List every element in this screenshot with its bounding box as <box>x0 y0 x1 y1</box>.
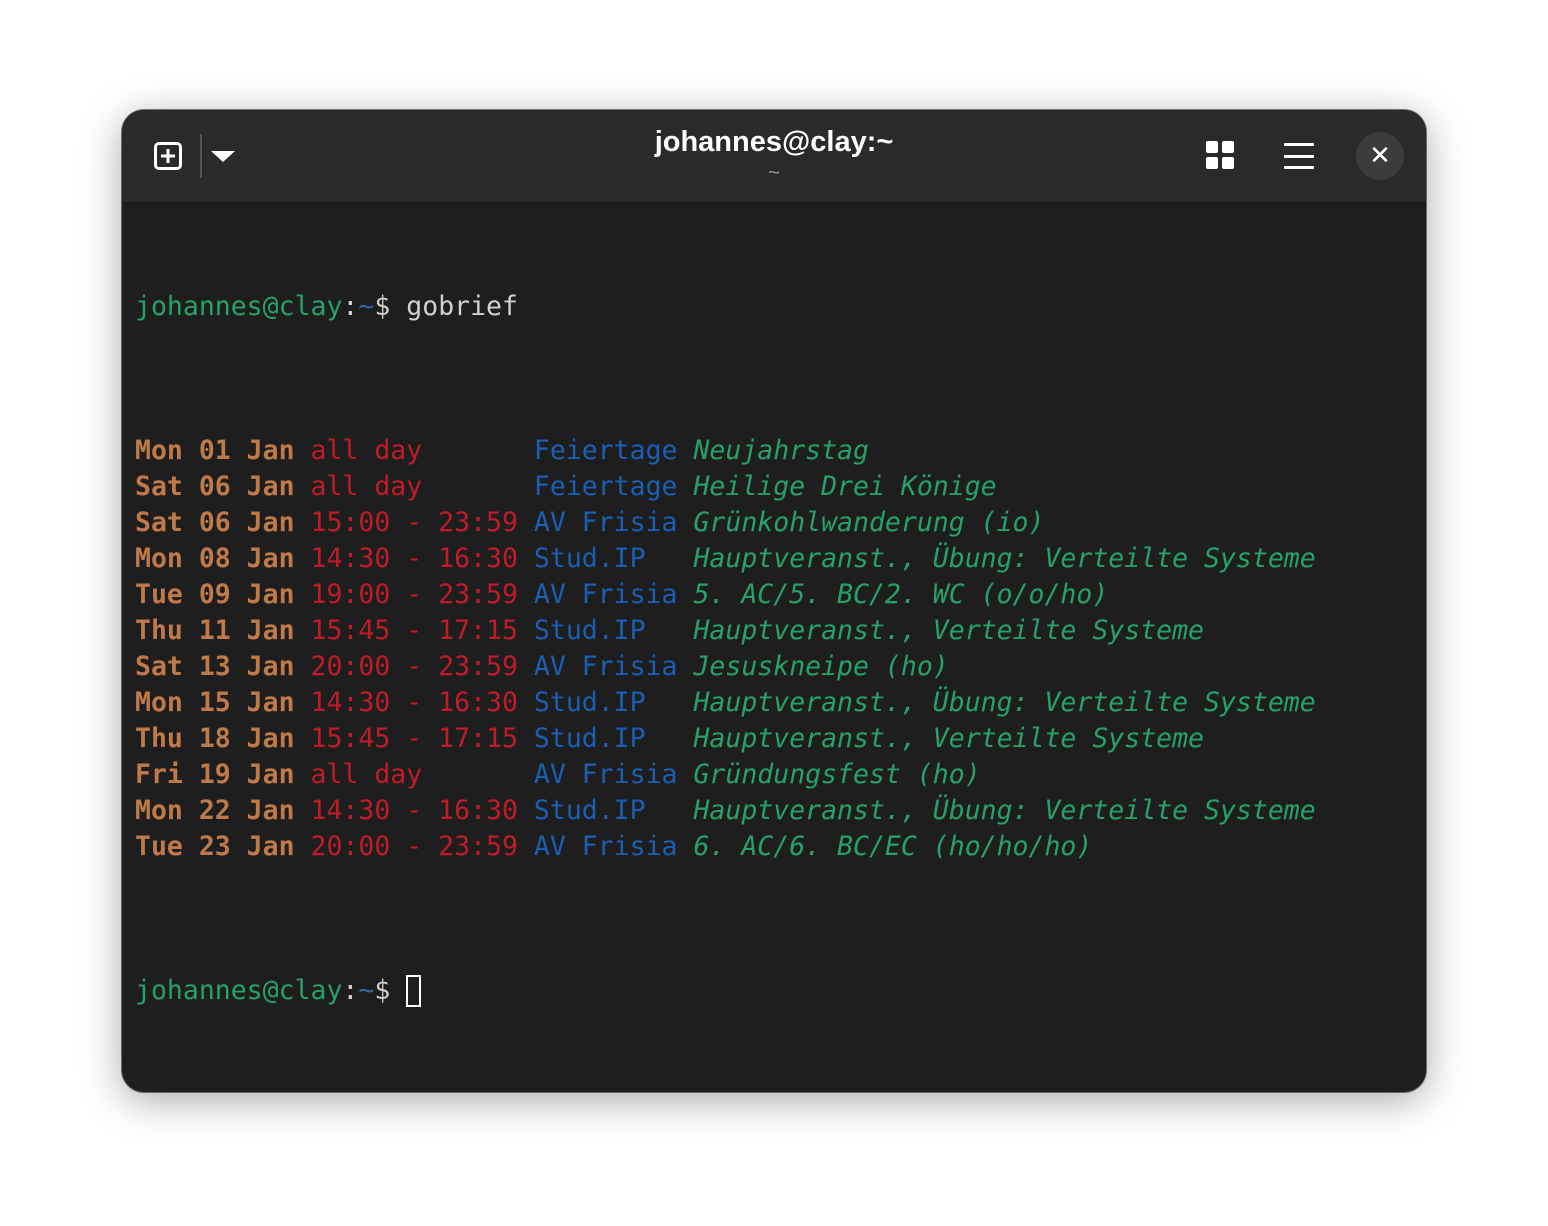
event-summary: Hauptveranst., Verteilte Systeme <box>693 615 1205 646</box>
event-time: all day <box>310 435 518 466</box>
event-time: all day <box>310 471 518 502</box>
hamburger-menu-icon <box>1284 166 1314 169</box>
tab-overview-button[interactable] <box>1206 141 1234 171</box>
event-calendar: AV Frisia <box>533 759 678 790</box>
event-calendar: Feiertage <box>533 471 678 502</box>
event-summary: Hauptveranst., Übung: Verteilte Systeme <box>693 795 1316 826</box>
event-summary: Hauptveranst., Verteilte Systeme <box>693 723 1205 754</box>
event-date: Thu 18 Jan <box>135 723 295 754</box>
event-date: Tue 09 Jan <box>135 579 295 610</box>
event-row: Thu 18 Jan 15:45 - 17:15 Stud.IP Hauptve… <box>135 721 1415 757</box>
event-summary: Hauptveranst., Übung: Verteilte Systeme <box>693 687 1316 718</box>
event-date: Thu 11 Jan <box>135 615 295 646</box>
event-calendar: AV Frisia <box>533 831 678 862</box>
event-calendar: Feiertage <box>533 435 678 466</box>
event-time: 20:00 - 23:59 <box>310 651 518 682</box>
event-date: Sat 13 Jan <box>135 651 295 682</box>
prompt-symbol: $ <box>374 291 407 322</box>
event-time: 15:45 - 17:15 <box>310 723 518 754</box>
close-icon: ✕ <box>1369 141 1391 171</box>
prompt-user-host: johannes@clay <box>135 291 343 322</box>
active-prompt-line[interactable]: johannes@clay:~$ <box>135 973 1415 1009</box>
event-date: Mon 01 Jan <box>135 435 295 466</box>
hamburger-menu-icon <box>1284 154 1314 158</box>
event-row: Fri 19 Jan all day AV Frisia Gründungsfe… <box>135 757 1415 793</box>
prompt-symbol: $ <box>374 975 407 1006</box>
event-time: 14:30 - 16:30 <box>310 543 518 574</box>
event-row: Mon 22 Jan 14:30 - 16:30 Stud.IP Hauptve… <box>135 793 1415 829</box>
event-date: Mon 15 Jan <box>135 687 295 718</box>
prompt-user-host: johannes@clay <box>135 975 343 1006</box>
event-row: Thu 11 Jan 15:45 - 17:15 Stud.IP Hauptve… <box>135 613 1415 649</box>
text-cursor <box>406 975 422 1007</box>
event-date: Tue 23 Jan <box>135 831 295 862</box>
close-button[interactable]: ✕ <box>1356 132 1404 180</box>
event-row: Tue 23 Jan 20:00 - 23:59 AV Frisia 6. AC… <box>135 829 1415 865</box>
event-time: 15:45 - 17:15 <box>310 615 518 646</box>
event-summary: Hauptveranst., Übung: Verteilte Systeme <box>693 543 1316 574</box>
event-date: Mon 22 Jan <box>135 795 295 826</box>
prompt-path: ~ <box>358 975 375 1006</box>
event-calendar: Stud.IP <box>533 723 678 754</box>
event-calendar: AV Frisia <box>533 507 678 538</box>
event-time: 14:30 - 16:30 <box>310 795 518 826</box>
event-row: Sat 06 Jan 15:00 - 23:59 AV Frisia Grünk… <box>135 505 1415 541</box>
event-summary: Gründungsfest (ho) <box>693 759 981 790</box>
hamburger-menu-icon <box>1284 143 1314 146</box>
command-text: gobrief <box>406 291 518 322</box>
event-row: Sat 06 Jan all day Feiertage Heilige Dre… <box>135 469 1415 505</box>
prompt-path: ~ <box>358 291 375 322</box>
event-summary: 5. AC/5. BC/2. WC (o/o/ho) <box>693 579 1109 610</box>
command-line: johannes@clay:~$ gobrief <box>135 289 1415 325</box>
event-row: Mon 15 Jan 14:30 - 16:30 Stud.IP Hauptve… <box>135 685 1415 721</box>
event-time: all day <box>310 759 518 790</box>
event-summary: Heilige Drei Könige <box>693 471 997 502</box>
event-calendar: Stud.IP <box>533 795 678 826</box>
terminal-window: johannes@clay:~ ~ ✕ johannes@clay:~$ gob… <box>122 110 1426 1092</box>
event-summary: 6. AC/6. BC/EC (ho/ho/ho) <box>693 831 1093 862</box>
event-date: Sat 06 Jan <box>135 507 295 538</box>
event-calendar: AV Frisia <box>533 579 678 610</box>
tab-overview-icon <box>1206 157 1218 169</box>
event-row: Sat 13 Jan 20:00 - 23:59 AV Frisia Jesus… <box>135 649 1415 685</box>
event-summary: Jesuskneipe (ho) <box>693 651 949 682</box>
event-time: 20:00 - 23:59 <box>310 831 518 862</box>
tab-overview-icon <box>1222 141 1234 153</box>
event-calendar: Stud.IP <box>533 615 678 646</box>
event-row: Mon 08 Jan 14:30 - 16:30 Stud.IP Hauptve… <box>135 541 1415 577</box>
event-calendar: Stud.IP <box>533 543 678 574</box>
terminal-output[interactable]: johannes@clay:~$ gobrief Mon 01 Jan all … <box>135 217 1415 1081</box>
prompt-colon: : <box>342 291 359 322</box>
headerbar: johannes@clay:~ ~ ✕ <box>122 110 1426 203</box>
event-row: Mon 01 Jan all day Feiertage Neujahrstag <box>135 433 1415 469</box>
main-menu-button[interactable] <box>1284 143 1314 169</box>
event-time: 19:00 - 23:59 <box>310 579 518 610</box>
event-time: 15:00 - 23:59 <box>310 507 518 538</box>
event-list: Mon 01 Jan all day Feiertage Neujahrstag… <box>135 433 1415 865</box>
event-summary: Grünkohlwanderung (io) <box>693 507 1045 538</box>
tab-overview-icon <box>1206 141 1218 153</box>
prompt-colon: : <box>342 975 359 1006</box>
event-date: Mon 08 Jan <box>135 543 295 574</box>
tab-overview-icon <box>1222 157 1234 169</box>
event-date: Sat 06 Jan <box>135 471 295 502</box>
event-row: Tue 09 Jan 19:00 - 23:59 AV Frisia 5. AC… <box>135 577 1415 613</box>
event-calendar: Stud.IP <box>533 687 678 718</box>
event-date: Fri 19 Jan <box>135 759 295 790</box>
event-summary: Neujahrstag <box>693 435 869 466</box>
event-time: 14:30 - 16:30 <box>310 687 518 718</box>
event-calendar: AV Frisia <box>533 651 678 682</box>
